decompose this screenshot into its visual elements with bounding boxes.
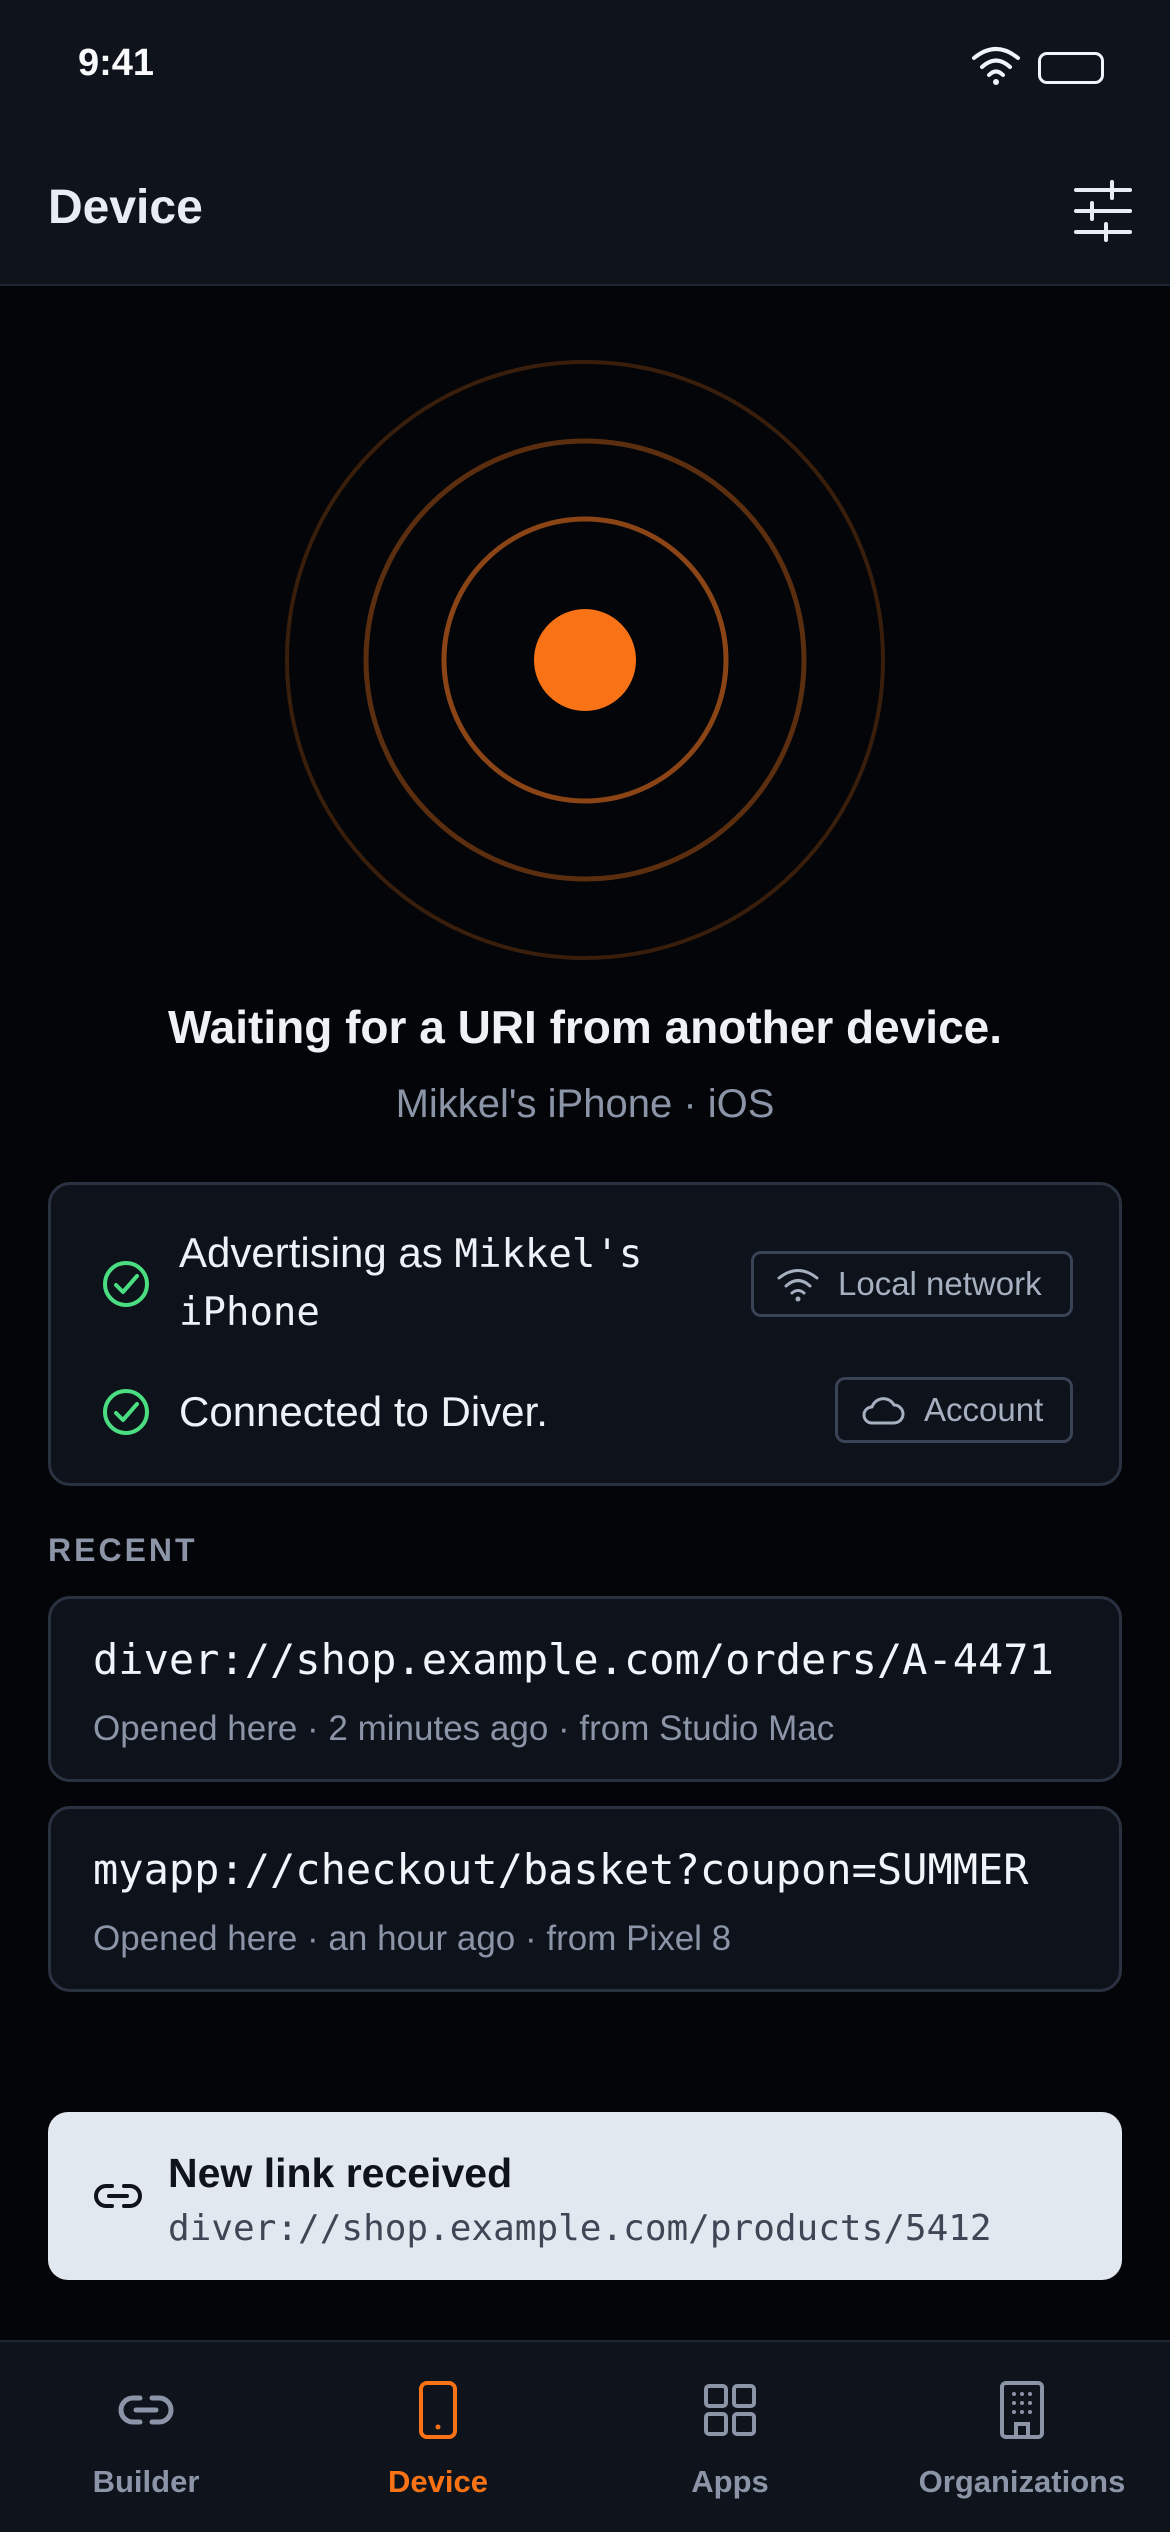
advertising-status: Advertising as Mikkel's iPhone xyxy=(179,1225,699,1341)
account-label: Account xyxy=(924,1391,1044,1428)
toast-uri: diver://shop.example.com/products/5412 xyxy=(168,2208,992,2249)
building-icon xyxy=(1000,2381,1044,2439)
recent-item[interactable]: myapp://checkout/basket?coupon=SUMMER Op… xyxy=(48,1806,1122,1992)
recent-item-meta: Opened here · an hour ago · from Pixel 8 xyxy=(93,1919,732,1958)
status-bar: 9:41 xyxy=(0,0,1170,140)
grid-icon xyxy=(704,2384,756,2436)
connected-status: Connected to Diver. xyxy=(179,1388,548,1435)
wifi-icon xyxy=(777,1269,819,1302)
bottom-tab-bar: Builder Device Apps Organizations xyxy=(0,2340,1170,2532)
tab-builder-label: Builder xyxy=(92,2464,200,2499)
local-network-button[interactable]: Local network xyxy=(751,1251,1073,1317)
device-subtitle: Mikkel's iPhone · iOS xyxy=(395,1082,775,1126)
page-title: Device xyxy=(48,181,203,234)
wifi-icon xyxy=(972,47,1020,85)
local-network-label: Local network xyxy=(838,1265,1042,1302)
tab-apps[interactable]: Apps xyxy=(584,2342,876,2532)
battery-icon xyxy=(1038,52,1104,84)
recent-item-meta: Opened here · 2 minutes ago · from Studi… xyxy=(93,1709,835,1748)
check-circle-icon xyxy=(103,1261,149,1307)
sliders-icon[interactable] xyxy=(1072,180,1134,242)
account-button[interactable]: Account xyxy=(835,1377,1073,1443)
device-screen: 9:41 Device Waiting for a URI from anoth… xyxy=(0,0,1170,2532)
check-circle-icon xyxy=(103,1389,149,1435)
recent-item-uri: diver://shop.example.com/orders/A-4471 xyxy=(93,1635,1054,1684)
recent-item[interactable]: diver://shop.example.com/orders/A-4471 O… xyxy=(48,1596,1122,1782)
link-icon xyxy=(94,2184,142,2208)
toast-title: New link received xyxy=(168,2150,513,2196)
connection-status-card: Advertising as Mikkel's iPhone Local net… xyxy=(48,1182,1122,1486)
tab-device-label: Device xyxy=(388,2464,488,2499)
radar-animation xyxy=(285,360,885,960)
app-header: Device xyxy=(0,140,1170,286)
advertising-prefix: Advertising as xyxy=(179,1229,455,1276)
tab-organizations-label: Organizations xyxy=(918,2464,1126,2499)
cloud-icon xyxy=(862,1397,905,1425)
waiting-title: Waiting for a URI from another device. xyxy=(167,1001,1003,1053)
link-icon xyxy=(118,2395,174,2425)
tab-device[interactable]: Device xyxy=(292,2342,584,2532)
tab-builder[interactable]: Builder xyxy=(0,2342,292,2532)
recent-section-label: RECENT xyxy=(48,1532,198,1568)
tab-apps-label: Apps xyxy=(691,2464,769,2499)
recent-item-uri: myapp://checkout/basket?coupon=SUMMER xyxy=(93,1845,1029,1894)
phone-icon xyxy=(419,2381,457,2439)
tab-organizations[interactable]: Organizations xyxy=(876,2342,1168,2532)
radar-dot xyxy=(534,609,636,711)
new-link-toast[interactable]: New link received diver://shop.example.c… xyxy=(48,2112,1122,2280)
status-time: 9:41 xyxy=(78,42,155,84)
